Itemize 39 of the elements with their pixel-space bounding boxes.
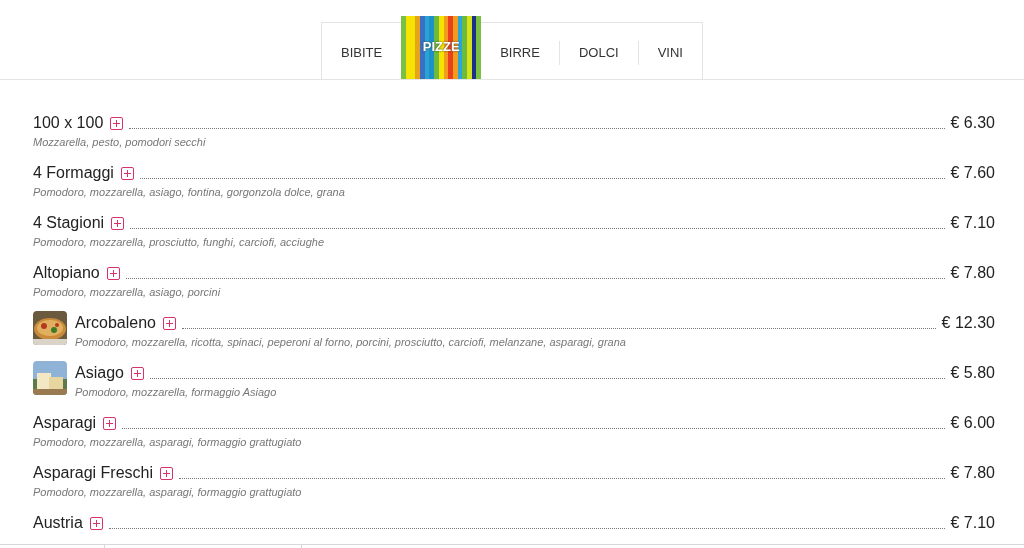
item-name: Arcobaleno (75, 313, 156, 333)
item-description: Pomodoro, mozzarella, formaggio Asiago (75, 385, 278, 400)
item-name: Asiago (75, 363, 124, 383)
item-price: € 7.80 (950, 263, 995, 283)
item-price: € 7.10 (950, 513, 995, 533)
category-tab[interactable]: BIRRE (481, 41, 559, 65)
category-tab[interactable]: DOLCI (558, 41, 638, 65)
item-name: Altopiano (33, 263, 100, 283)
add-icon[interactable] (160, 467, 174, 480)
item-price: € 7.80 (950, 463, 995, 483)
category-tab[interactable]: VINI (637, 41, 702, 65)
category-tab[interactable]: BIBITE (322, 41, 402, 65)
item-name: Asparagi (33, 413, 97, 433)
item-price: € 5.80 (950, 363, 995, 383)
add-icon[interactable] (130, 367, 144, 380)
add-icon[interactable] (103, 417, 117, 430)
item-description: Pomodoro, mozzarella, asiago, porcini (33, 285, 222, 300)
add-icon[interactable] (120, 167, 134, 180)
add-icon[interactable] (111, 217, 125, 230)
item-description: Pomodoro, mozzarella, asparagi, formaggio grattugiato (33, 435, 303, 450)
add-icon[interactable] (162, 317, 176, 330)
item-name: 4 Stagioni (33, 213, 105, 233)
item-description: Pomodoro, mozzarella, asparagi, formaggio grattugiato (33, 485, 303, 500)
add-icon[interactable] (89, 517, 103, 530)
item-description: Mozzarella, pesto, pomodori secchi (33, 135, 207, 150)
item-price: € 7.60 (950, 163, 995, 183)
item-price: € 7.10 (950, 213, 995, 233)
item-name: Asparagi Freschi (33, 463, 154, 483)
item-name: 100 x 100 (33, 113, 104, 133)
item-description: Pomodoro, mozzarella, prosciutto, funghi, carciofi, acciughe (33, 235, 326, 250)
add-icon[interactable] (110, 117, 124, 130)
item-name: 4 Formaggi (33, 163, 114, 183)
add-icon[interactable] (106, 267, 120, 280)
item-description: Pomodoro, mozzarella, asiago, fontina, gorgonzola dolce, grana (33, 185, 346, 200)
item-price: € 6.00 (950, 413, 995, 433)
item-name: Austria (33, 513, 83, 533)
item-description: Pomodoro, mozzarella, ricotta, spinaci, peperoni al forno, porcini, prosciutto, carciofi, melanzane, asparagi, grana (75, 335, 627, 350)
item-price: € 12.30 (941, 313, 995, 333)
item-price: € 6.30 (950, 113, 995, 133)
